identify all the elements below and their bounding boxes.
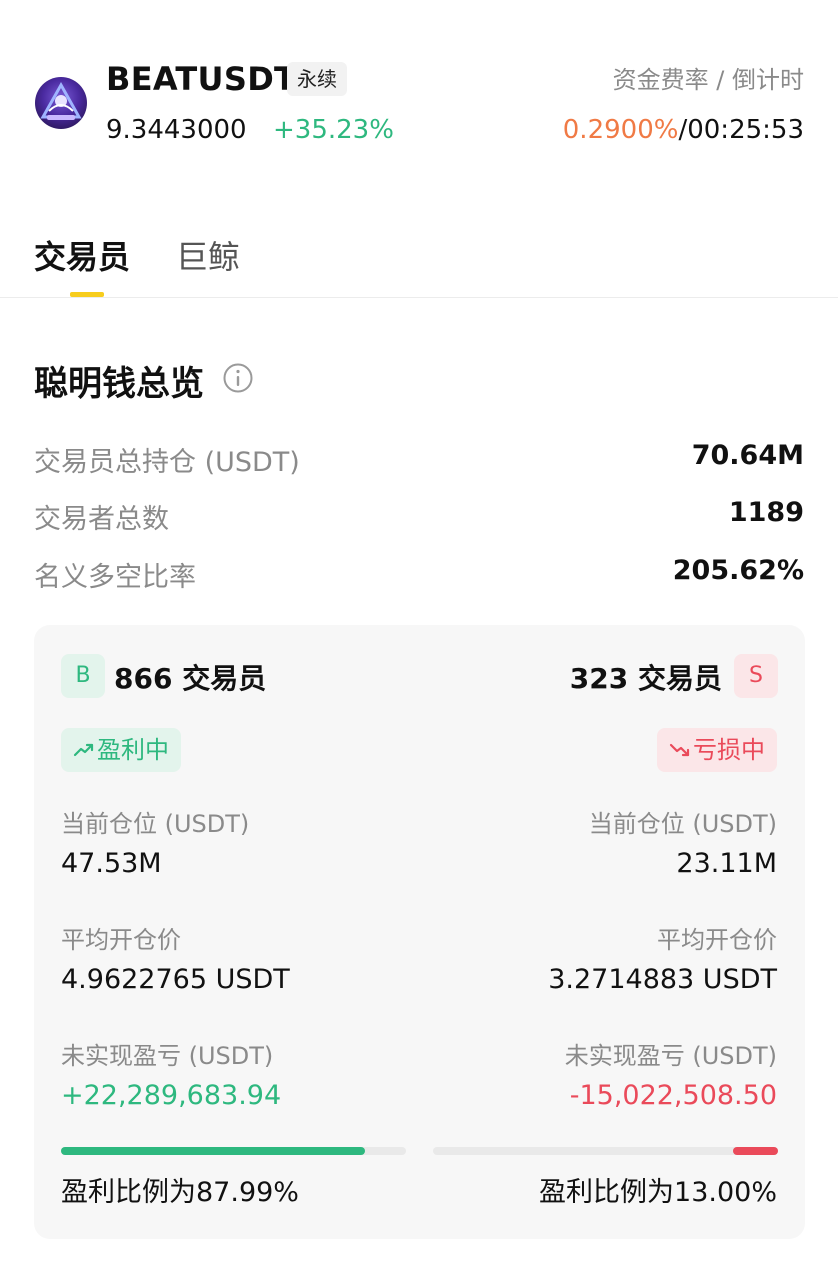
loss-status-pill: 亏损中: [657, 728, 777, 772]
funding-label: 资金费率 / 倒计时: [612, 66, 804, 94]
long-position-value: 47.53M: [61, 848, 162, 879]
funding-separator: /: [678, 115, 688, 145]
stat-long-short-ratio-label: 名义多空比率: [34, 562, 196, 593]
trend-down-icon: [669, 743, 690, 757]
short-avg-price-value: 3.2714883 USDT: [548, 964, 777, 995]
funding-countdown: 00:25:53: [687, 115, 804, 145]
trend-up-icon: [73, 743, 94, 757]
stat-trader-count-label: 交易者总数: [34, 504, 169, 535]
short-profit-bar: [433, 1147, 778, 1155]
loss-status-label: 亏损中: [693, 736, 765, 764]
short-profit-bar-fill: [733, 1147, 778, 1155]
long-profit-bar: [61, 1147, 406, 1155]
last-price: 9.3443000: [106, 115, 247, 145]
sell-badge: S: [734, 654, 778, 698]
profit-status-pill: 盈利中: [61, 728, 181, 772]
funding-line: 0.2900%/00:25:53: [563, 115, 804, 145]
short-trader-count: 323 交易员: [569, 662, 722, 695]
stat-long-short-ratio-value: 205.62%: [672, 555, 804, 586]
long-profit-bar-fill: [61, 1147, 365, 1155]
long-upnl-value: +22,289,683.94: [61, 1080, 282, 1111]
long-position-label: 当前仓位 (USDT): [61, 810, 250, 838]
stat-trader-count-value: 1189: [728, 497, 804, 528]
tab-whales[interactable]: 巨鲸: [176, 232, 240, 278]
short-position-value: 23.11M: [676, 848, 777, 879]
long-trader-count: 866 交易员: [114, 662, 267, 695]
long-avg-price-label: 平均开仓价: [61, 926, 181, 954]
funding-rate: 0.2900%: [562, 115, 679, 145]
stat-total-position-label: 交易员总持仓 (USDT): [34, 447, 300, 478]
tab-traders[interactable]: 交易员: [34, 232, 130, 278]
buy-badge: B: [61, 654, 105, 698]
short-profit-ratio: 盈利比例为13.00%: [539, 1177, 777, 1208]
short-position-label: 当前仓位 (USDT): [588, 810, 777, 838]
contract-type-tag: 永续: [287, 62, 347, 96]
short-upnl-label: 未实现盈亏 (USDT): [564, 1042, 777, 1070]
stat-total-position-value: 70.64M: [691, 440, 804, 471]
price-change: +35.23%: [273, 115, 394, 145]
short-avg-price-label: 平均开仓价: [657, 926, 777, 954]
token-avatar: [35, 77, 87, 129]
short-upnl-value: -15,022,508.50: [569, 1080, 777, 1111]
long-upnl-label: 未实现盈亏 (USDT): [61, 1042, 274, 1070]
long-profit-ratio: 盈利比例为87.99%: [61, 1177, 299, 1208]
profit-status-label: 盈利中: [97, 736, 169, 764]
symbol-title: BEATUSDT: [106, 60, 297, 98]
tab-divider: [0, 297, 838, 298]
long-avg-price-value: 4.9622765 USDT: [61, 964, 290, 995]
info-icon[interactable]: [222, 362, 254, 394]
overview-title: 聪明钱总览: [34, 364, 204, 404]
